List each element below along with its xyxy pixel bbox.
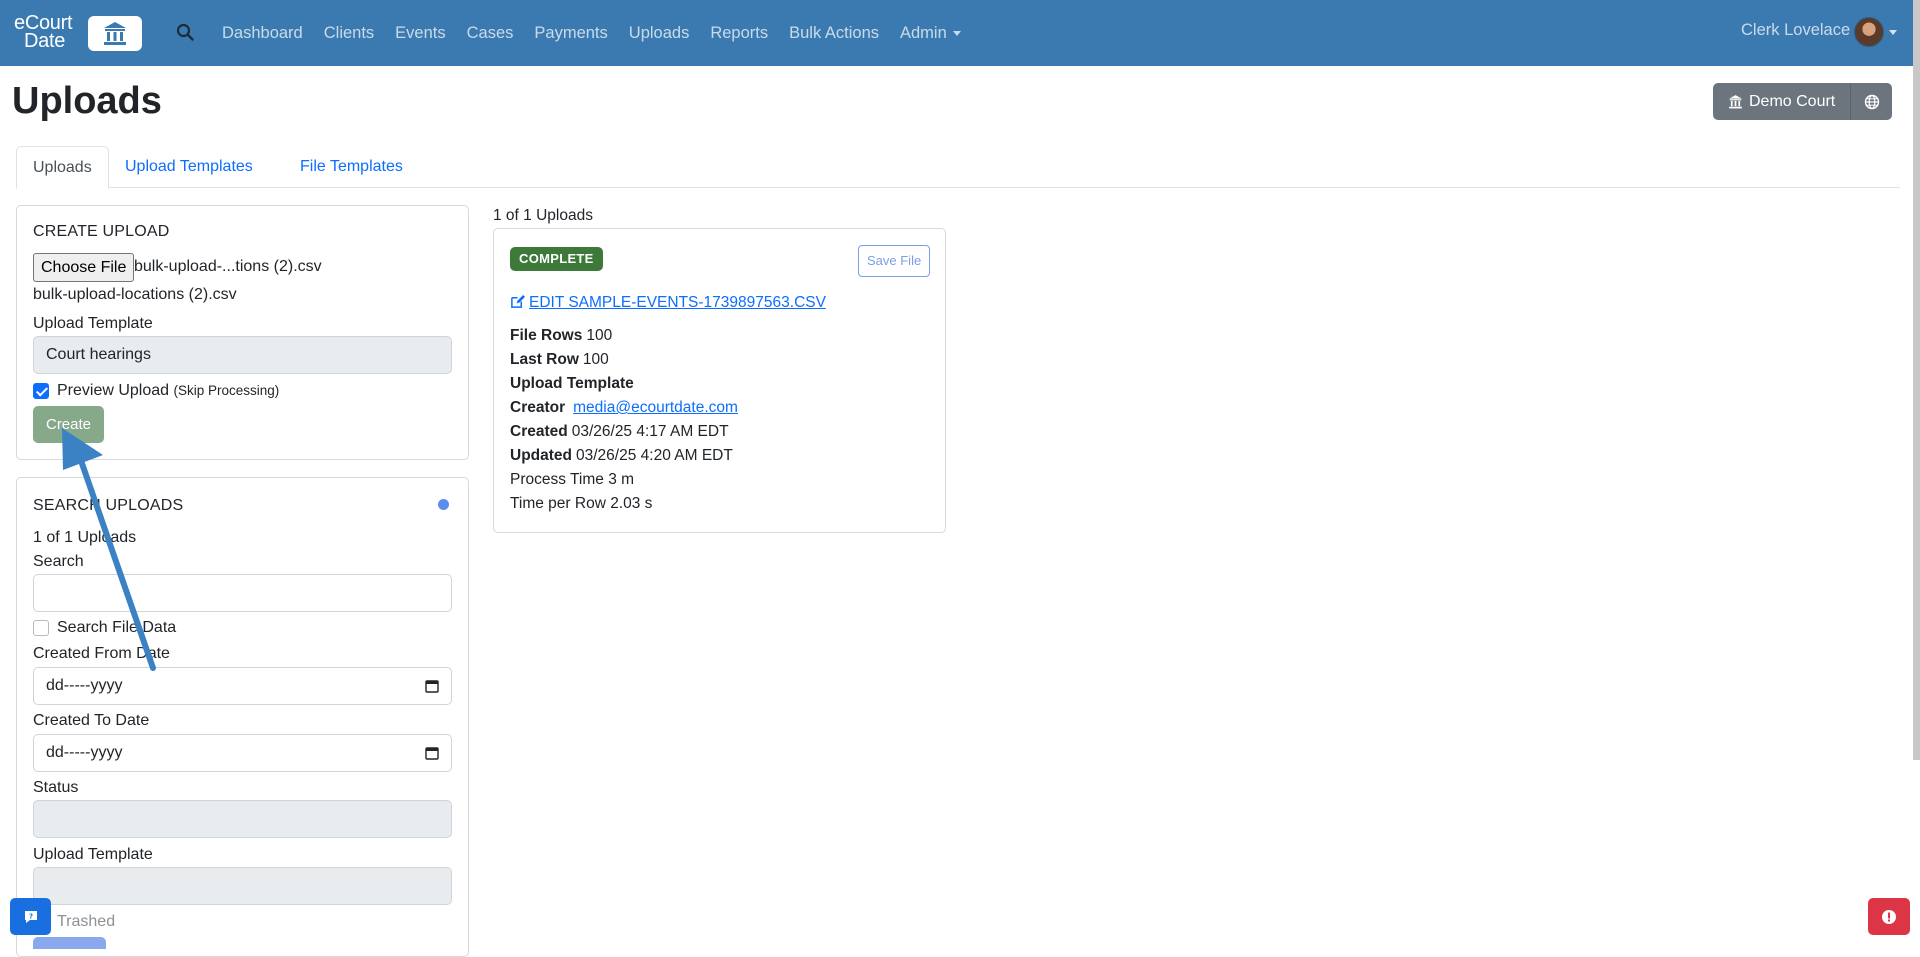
preview-upload-text: Preview Upload xyxy=(57,382,170,399)
edit-upload-text: EDIT SAMPLE-EVENTS-1739897563.CSV xyxy=(529,294,826,311)
chat-button[interactable]: ? xyxy=(10,898,51,935)
updated-line: Updated 03/26/25 4:20 AM EDT xyxy=(510,447,733,465)
upload-template-select[interactable]: Court hearings xyxy=(33,336,452,374)
nav-reports[interactable]: Reports xyxy=(710,24,768,43)
court-button-group: Demo Court xyxy=(1713,83,1893,120)
created-from-placeholder: dd-----yyyy xyxy=(46,677,123,694)
last-row-label: Last Row xyxy=(510,351,579,368)
edit-icon xyxy=(511,294,525,308)
created-to-date-input[interactable]: dd-----yyyy xyxy=(33,734,452,772)
globe-icon xyxy=(1864,94,1879,109)
search-button[interactable] xyxy=(33,937,106,949)
process-time: Process Time 3 m xyxy=(510,471,635,488)
page-scrollbar[interactable] xyxy=(1913,0,1920,760)
chosen-file-full-name: bulk-upload-locations (2).csv xyxy=(33,286,237,303)
nav-cases[interactable]: Cases xyxy=(467,24,514,43)
updated-value: 03/26/25 4:20 AM EDT xyxy=(576,447,733,464)
tab-bar: Uploads Upload Templates File Templates xyxy=(16,146,1900,189)
nav-uploads[interactable]: Uploads xyxy=(629,24,690,43)
last-row-line: Last Row 100 xyxy=(510,351,609,369)
search-file-data-checkbox[interactable] xyxy=(33,620,49,636)
creator-line: Creator media@ecourtdate.com xyxy=(510,399,738,417)
updated-label: Updated xyxy=(510,447,572,464)
brand-text: eCourt Date xyxy=(14,13,73,52)
nav-links: Dashboard Clients Events Cases Payments … xyxy=(222,0,982,66)
created-line: Created 03/26/25 4:17 AM EDT xyxy=(510,423,729,441)
chat-icon: ? xyxy=(24,910,37,923)
last-row-value: 100 xyxy=(582,351,609,368)
choose-file-button[interactable]: Choose File xyxy=(33,253,135,282)
preview-upload-checkbox[interactable] xyxy=(33,383,49,399)
status-dot xyxy=(438,499,449,510)
chosen-file-name: bulk-upload-...tions (2).csv xyxy=(134,258,322,275)
search-file-data-label: Search File Data xyxy=(57,619,177,636)
nav-dashboard[interactable]: Dashboard xyxy=(222,24,303,43)
created-from-date-input[interactable]: dd-----yyyy xyxy=(33,667,452,705)
alert-button[interactable] xyxy=(1868,898,1910,935)
created-label: Created xyxy=(510,423,568,440)
brand-logo[interactable]: eCourt Date xyxy=(14,13,142,52)
status-select[interactable] xyxy=(33,800,452,838)
file-rows-label: File Rows xyxy=(510,327,583,344)
user-name[interactable]: Clerk Lovelace xyxy=(1741,21,1850,40)
demo-court-label: Demo Court xyxy=(1749,92,1836,110)
file-rows-value: 100 xyxy=(586,327,613,344)
demo-court-button[interactable]: Demo Court xyxy=(1713,83,1851,120)
chevron-down-icon[interactable] xyxy=(1889,30,1897,35)
nav-payments[interactable]: Payments xyxy=(534,24,607,43)
avatar[interactable] xyxy=(1854,17,1884,47)
bank-icon xyxy=(1729,95,1742,109)
time-per-row: Time per Row 2.03 s xyxy=(510,495,653,512)
results-count: 1 of 1 Uploads xyxy=(493,207,593,224)
alert-icon xyxy=(1882,909,1896,924)
status-label: Status xyxy=(33,779,79,796)
search-input[interactable] xyxy=(33,574,452,612)
tab-file-templates[interactable]: File Templates xyxy=(284,146,419,189)
trashed-label: Trashed xyxy=(57,913,116,930)
search-uploads-title: SEARCH UPLOADS xyxy=(33,497,184,514)
created-to-placeholder: dd-----yyyy xyxy=(46,744,123,761)
search-icon[interactable] xyxy=(176,23,194,46)
calendar-icon[interactable] xyxy=(425,746,439,760)
nav-clients[interactable]: Clients xyxy=(324,24,374,43)
nav-admin-dropdown[interactable]: Admin xyxy=(900,24,961,43)
search-count: 1 of 1 Uploads xyxy=(33,529,137,546)
search-label: Search xyxy=(33,553,84,570)
created-from-label: Created From Date xyxy=(33,645,170,662)
save-file-button[interactable]: Save File xyxy=(858,245,931,277)
calendar-icon[interactable] xyxy=(425,679,439,693)
search-template-select[interactable] xyxy=(33,867,452,905)
language-button[interactable] xyxy=(1850,83,1893,120)
create-upload-title: CREATE UPLOAD xyxy=(33,223,170,240)
tab-upload-templates[interactable]: Upload Templates xyxy=(109,146,269,189)
page-title: Uploads xyxy=(12,80,162,122)
search-template-label: Upload Template xyxy=(33,846,153,863)
nav-events[interactable]: Events xyxy=(395,24,445,43)
chevron-down-icon xyxy=(952,30,961,36)
upload-template-line: Upload Template xyxy=(510,375,638,393)
brand-line-2: Date xyxy=(24,30,66,52)
nav-bulk-actions[interactable]: Bulk Actions xyxy=(789,24,879,43)
status-badge: COMPLETE xyxy=(510,247,603,271)
created-value: 03/26/25 4:17 AM EDT xyxy=(571,423,729,440)
nav-admin-label: Admin xyxy=(900,23,947,42)
upload-template-value: Court hearings xyxy=(46,346,151,363)
preview-upload-label: Preview Upload (Skip Processing) xyxy=(57,382,279,400)
creator-label: Creator xyxy=(510,399,566,416)
create-button[interactable]: Create xyxy=(33,406,104,443)
svg-text:?: ? xyxy=(28,912,32,920)
file-rows-line: File Rows 100 xyxy=(510,327,612,345)
result-template-label: Upload Template xyxy=(510,375,634,392)
upload-template-label: Upload Template xyxy=(33,315,153,332)
top-navbar: eCourt Date Dashboard Clients Events Cas… xyxy=(0,0,1920,66)
preview-upload-note: (Skip Processing) xyxy=(173,383,280,398)
bank-logo-icon xyxy=(88,16,142,51)
tab-uploads[interactable]: Uploads xyxy=(16,146,109,189)
creator-email-link[interactable]: media@ecourtdate.com xyxy=(573,399,738,416)
edit-upload-link[interactable]: EDIT SAMPLE-EVENTS-1739897563.CSV xyxy=(510,294,826,312)
created-to-label: Created To Date xyxy=(33,712,150,729)
